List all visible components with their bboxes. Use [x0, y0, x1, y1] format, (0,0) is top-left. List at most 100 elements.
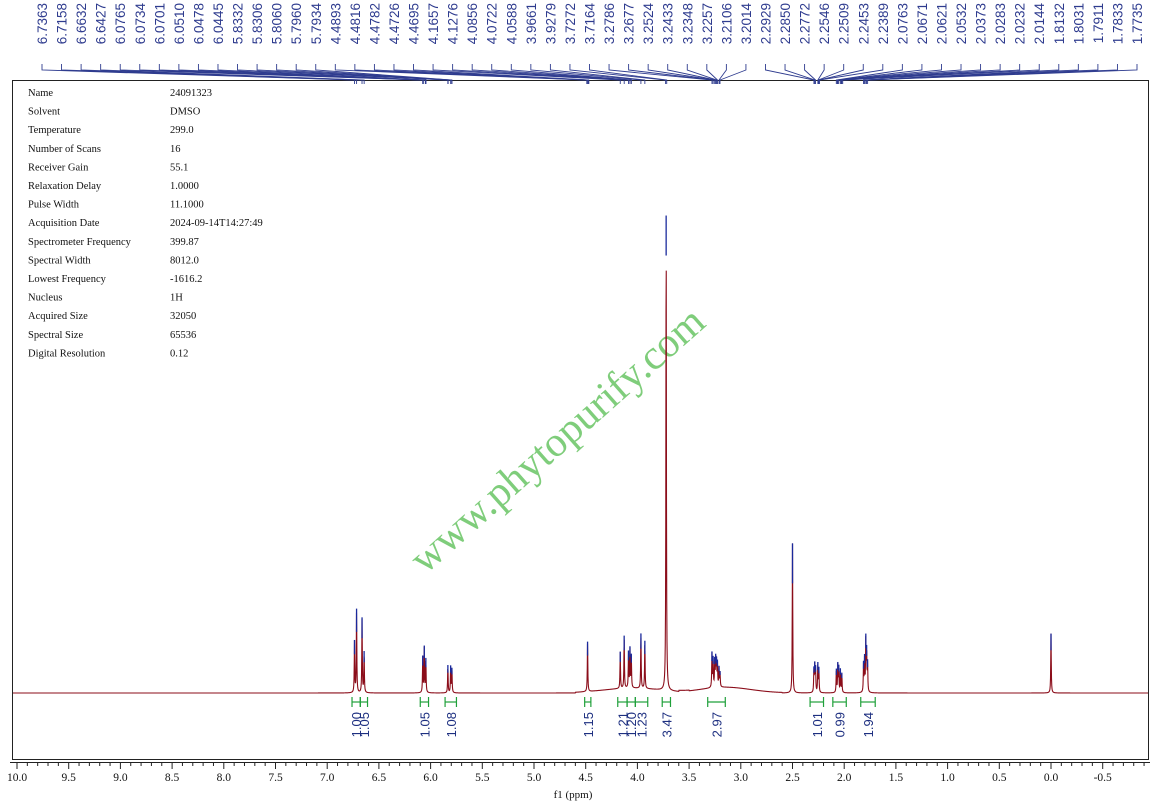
peak-label: 2.0532	[954, 3, 969, 44]
peak-label: 3.2257	[700, 3, 715, 44]
peak-label: 6.0734	[133, 3, 148, 45]
x-axis-tick-label: 0.5	[992, 772, 1007, 784]
parameter-value: 55.1	[170, 162, 188, 173]
peak-label: 1.8132	[1052, 3, 1067, 44]
peak-label: 4.0588	[504, 3, 519, 44]
parameter-value: 11.1000	[170, 200, 204, 211]
peak-label: 4.0722	[485, 3, 500, 44]
parameter-value: 1H	[170, 293, 183, 304]
peak-label: 3.2348	[680, 3, 695, 44]
peak-label: 3.9279	[543, 3, 558, 44]
parameter-name: Acquired Size	[28, 311, 88, 322]
x-axis-title: f1 (ppm)	[554, 789, 593, 801]
peak-label: 4.1657	[426, 3, 441, 44]
peak-label: 3.2786	[602, 3, 617, 44]
parameter-value: 32050	[170, 311, 196, 322]
peak-label: 3.9661	[524, 3, 539, 44]
parameter-name: Spectral Width	[28, 255, 91, 266]
peak-label: 5.8306	[250, 3, 265, 44]
integration-value: 1.94	[861, 712, 876, 737]
x-axis-tick-label: 3.5	[682, 772, 697, 784]
peak-label: 3.7272	[563, 3, 578, 44]
peak-label: 3.2433	[661, 3, 676, 44]
x-axis-tick-label: 0.0	[1044, 772, 1059, 784]
peak-label: 1.7735	[1130, 3, 1145, 44]
parameter-value: 2024-09-14T14:27:49	[170, 218, 263, 229]
x-axis-tick-label: -0.5	[1094, 772, 1112, 784]
parameter-value: 16	[170, 144, 181, 155]
parameter-name: Name	[28, 88, 53, 99]
x-axis-tick-label: 7.0	[320, 772, 335, 784]
peak-label: 2.2509	[837, 3, 852, 44]
parameter-name: Acquisition Date	[28, 218, 100, 229]
x-axis-tick-label: 1.0	[940, 772, 955, 784]
parameter-name: Digital Resolution	[28, 348, 106, 359]
peak-label: 4.4893	[328, 3, 343, 44]
peak-label: 5.7960	[289, 3, 304, 44]
peak-label: 1.7833	[1110, 3, 1125, 44]
peak-label: 6.6427	[94, 3, 109, 44]
parameter-name: Spectrometer Frequency	[28, 237, 132, 248]
x-axis-tick-label: 6.0	[423, 772, 438, 784]
integration-value: 3.47	[659, 712, 674, 737]
x-axis-tick-label: 6.5	[372, 772, 387, 784]
peak-label: 2.0763	[895, 3, 910, 44]
peak-label: 5.7934	[309, 3, 324, 45]
x-axis-tick-label: 8.0	[217, 772, 232, 784]
parameter-value: -1616.2	[170, 274, 202, 285]
peak-label: 5.8060	[270, 3, 285, 44]
peak-label: 6.0765	[113, 3, 128, 44]
peak-label: 5.8332	[231, 3, 246, 44]
peak-label: 2.2546	[817, 3, 832, 44]
peak-label: 1.8031	[1071, 3, 1086, 44]
parameter-value: 0.12	[170, 348, 188, 359]
x-axis-tick-label: 1.5	[889, 772, 904, 784]
peak-label: 6.0478	[191, 3, 206, 44]
peak-label: 2.0621	[934, 3, 949, 44]
integration-value: 1.05	[357, 712, 372, 737]
parameter-name: Number of Scans	[28, 144, 101, 155]
integration-value: 1.01	[810, 712, 825, 737]
peak-label: 2.2453	[856, 3, 871, 44]
integration-value: 1.15	[581, 712, 596, 737]
parameter-name: Spectral Size	[28, 330, 83, 341]
x-axis-tick-label: 8.5	[165, 772, 180, 784]
x-axis-tick-label: 5.0	[527, 772, 542, 784]
parameter-value: 8012.0	[170, 255, 199, 266]
peak-label: 2.2389	[876, 3, 891, 44]
peak-label: 3.7164	[583, 3, 598, 45]
peak-label: 4.4695	[407, 3, 422, 44]
peak-label: 2.2929	[758, 3, 773, 44]
x-axis-tick-label: 9.5	[62, 772, 77, 784]
peak-label: 2.0232	[1013, 3, 1028, 44]
parameter-name: Pulse Width	[28, 200, 80, 211]
peak-label: 4.4726	[387, 3, 402, 44]
parameter-name: Nucleus	[28, 293, 62, 304]
x-axis-tick-label: 7.5	[268, 772, 283, 784]
peak-label: 2.0283	[993, 3, 1008, 44]
x-axis-tick-label: 2.5	[785, 772, 800, 784]
peak-label: 2.0671	[915, 3, 930, 44]
peak-label: 6.7363	[35, 3, 50, 44]
parameter-value: 299.0	[170, 125, 194, 136]
parameter-table: Name 24091323 Solvent DMSO Temperature 299.0 N…	[28, 88, 263, 359]
x-axis-tick-label: 3.0	[734, 772, 749, 784]
peak-label: 3.2014	[739, 3, 754, 45]
x-axis-tick-label: 4.0	[630, 772, 645, 784]
parameter-name: Temperature	[28, 125, 81, 136]
spectrum-group	[13, 215, 1148, 694]
integration-group: 1.001.05 1.05 1.08 1.15 1.211.201.23 3.47 2.97…	[349, 697, 876, 737]
integration-value: 1.05	[417, 712, 432, 737]
watermark-text: www.phytopurify.com	[401, 298, 714, 583]
peak-label: 2.2850	[778, 3, 793, 44]
peak-label: 6.0701	[152, 3, 167, 44]
x-axis: 10.0 9.5 9.0 8.5 8.0 7.5 7.0 6.5 6.0 5.5 5.0 4.5 4.0…	[7, 762, 1150, 784]
peak-label: 4.4782	[367, 3, 382, 44]
x-axis-tick-label: 2.0	[837, 772, 852, 784]
peak-label: 1.7911	[1091, 3, 1106, 43]
x-axis-tick-label: 9.0	[113, 772, 128, 784]
parameter-value: 24091323	[170, 88, 212, 99]
peak-label: 6.0510	[172, 3, 187, 44]
peak-label: 2.0144	[1032, 3, 1047, 45]
integration-value: 1.08	[444, 712, 459, 737]
